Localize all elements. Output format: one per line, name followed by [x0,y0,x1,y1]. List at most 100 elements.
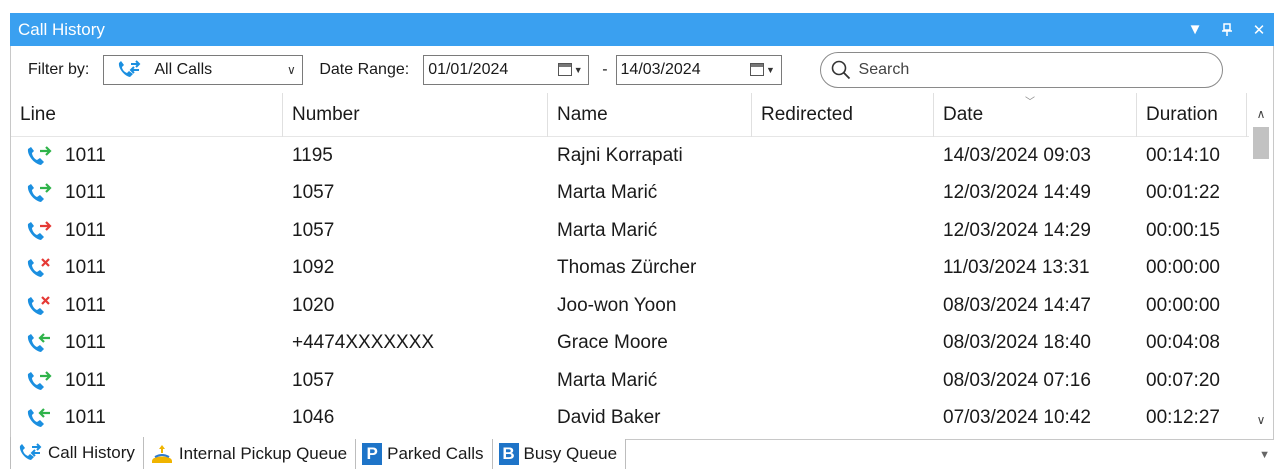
tab-call-history[interactable]: Call History [10,437,144,469]
column-header-duration[interactable]: Duration [1137,93,1247,137]
vertical-scrollbar[interactable]: ∧ ∨ [1249,93,1273,439]
cell-number: 1020 [292,294,335,316]
cell-number: 1057 [292,369,335,391]
table-body: 1011 1195 Rajni Korrapati 14/03/2024 09:03 0… [11,137,1249,437]
table-header: Line Number Name Redirected Date Duratio… [11,93,1249,137]
cell-name: Marta Marić [557,369,658,391]
call-history-panel: Filter by: All Calls ∨ Date Range: 01/01… [10,46,1274,439]
line-value: 1011 [65,369,106,391]
call-history-table: Line Number Name Redirected Date Duratio… [11,93,1249,439]
cell-name: Thomas Zürcher [557,257,697,279]
date-from-value: 01/01/2024 [428,60,509,78]
cell-number: 1195 [292,144,333,166]
window-menu-dropdown-icon[interactable]: ▼ [1186,21,1204,39]
scroll-up-icon[interactable]: ∧ [1249,103,1273,125]
cell-date: 08/03/2024 14:47 [943,294,1091,316]
tab-busy-queue[interactable]: B Busy Queue [492,439,627,469]
tab-parked-calls[interactable]: P Parked Calls [356,439,493,469]
calendar-icon[interactable]: ▼ [745,63,781,76]
line-value: 1011 [65,407,106,429]
table-row[interactable]: 1011 1057 Marta Marić 12/03/2024 14:29 00:00… [11,212,1249,250]
date-separator: - [602,60,608,78]
line-value: 1011 [65,332,106,354]
missed-call-icon [25,256,53,280]
line-value: 1011 [65,144,106,166]
column-header-redirected[interactable]: Redirected [752,93,934,137]
table-row[interactable]: 1011 1057 Marta Marić 12/03/2024 14:49 00:01… [11,175,1249,213]
scrollbar-thumb[interactable] [1253,127,1269,159]
cell-line: 1011 [11,181,283,205]
window-title: Call History [18,19,105,39]
table-row[interactable]: 1011 1020 Joo-won Yoon 08/03/2024 14:47 00:0… [11,287,1249,325]
cell-name: David Baker [557,407,661,429]
search-placeholder: Search [858,60,910,78]
tab-label: Internal Pickup Queue [178,444,348,463]
chevron-down-icon: ∨ [286,62,296,77]
cell-duration: 00:00:00 [1146,257,1220,279]
search-input[interactable]: Search [819,51,1223,88]
tab-label: Parked Calls [387,444,484,463]
line-value: 1011 [65,219,106,241]
table-row[interactable]: 1011 1057 Marta Marić 08/03/2024 07:16 00:07… [11,362,1249,400]
column-header-line[interactable]: Line [11,93,283,137]
incoming-call-icon [25,331,53,355]
cell-line: 1011 [11,144,283,168]
cell-line: 1011 [11,406,283,430]
column-header-name[interactable]: Name [548,93,752,137]
cell-line: 1011 [11,219,283,243]
call-type-value: All Calls [154,60,213,78]
filter-bar: Filter by: All Calls ∨ Date Range: 01/01… [11,46,1273,93]
cell-number: +4474XXXXXXX [292,332,435,354]
scroll-down-icon[interactable]: ∨ [1249,409,1273,431]
tab-label: Call History [48,443,135,462]
outgoing-call-icon [25,181,53,205]
cell-number: 1092 [292,257,335,279]
column-header-date[interactable]: Date [934,93,1137,137]
cell-duration: 00:00:15 [1146,219,1220,241]
cell-number: 1057 [292,182,335,204]
filter-by-label: Filter by: [28,60,90,78]
call-history-icon [17,443,43,463]
calendar-icon[interactable]: ▼ [552,63,588,76]
tab-internal-pickup-queue[interactable]: Internal Pickup Queue [143,439,357,469]
cell-date: 12/03/2024 14:49 [943,182,1091,204]
date-to-picker[interactable]: 14/03/2024 ▼ [615,54,782,85]
close-icon[interactable]: ✕ [1250,21,1268,39]
cell-name: Marta Marić [557,182,658,204]
cell-line: 1011 [11,256,283,280]
all-calls-icon [119,59,141,77]
cell-duration: 00:07:20 [1146,369,1220,391]
column-header-number[interactable]: Number [283,93,548,137]
cell-date: 12/03/2024 14:29 [943,219,1091,241]
cell-line: 1011 [11,294,283,318]
table-row[interactable]: 1011 1092 Thomas Zürcher 11/03/2024 13:31 00… [11,250,1249,288]
parked-calls-icon: P [362,443,383,465]
cell-name: Joo-won Yoon [557,294,677,316]
outgoing-call-icon [25,144,53,168]
call-type-dropdown[interactable]: All Calls ∨ [103,54,304,85]
cell-name: Marta Marić [557,219,658,241]
table-row[interactable]: 1011 1046 David Baker 07/03/2024 10:42 00:12… [11,400,1249,438]
table-row[interactable]: 1011 +4474XXXXXXX Grace Moore 08/03/2024 18… [11,325,1249,363]
line-value: 1011 [65,257,106,279]
table-row[interactable]: 1011 1195 Rajni Korrapati 14/03/2024 09:03 0… [11,137,1249,175]
date-from-picker[interactable]: 01/01/2024 ▼ [423,54,590,85]
cell-line: 1011 [11,331,283,355]
incoming-call-icon [25,406,53,430]
date-to-value: 14/03/2024 [620,60,701,78]
pin-icon[interactable] [1218,21,1236,39]
cell-name: Grace Moore [557,332,668,354]
cell-duration: 00:04:08 [1146,332,1220,354]
outgoing-unanswered-call-icon [25,219,53,243]
pickup-queue-icon [150,443,174,465]
cell-duration: 00:12:27 [1146,407,1220,429]
cell-line: 1011 [11,369,283,393]
cell-date: 14/03/2024 09:03 [943,144,1091,166]
cell-duration: 00:14:10 [1146,144,1220,166]
tab-menu-chevron-icon[interactable]: ▼ [1259,449,1270,461]
date-range-label: Date Range: [319,60,410,78]
cell-date: 08/03/2024 18:40 [943,332,1091,354]
missed-call-icon [25,294,53,318]
busy-queue-icon: B [498,443,519,465]
line-value: 1011 [65,294,106,316]
